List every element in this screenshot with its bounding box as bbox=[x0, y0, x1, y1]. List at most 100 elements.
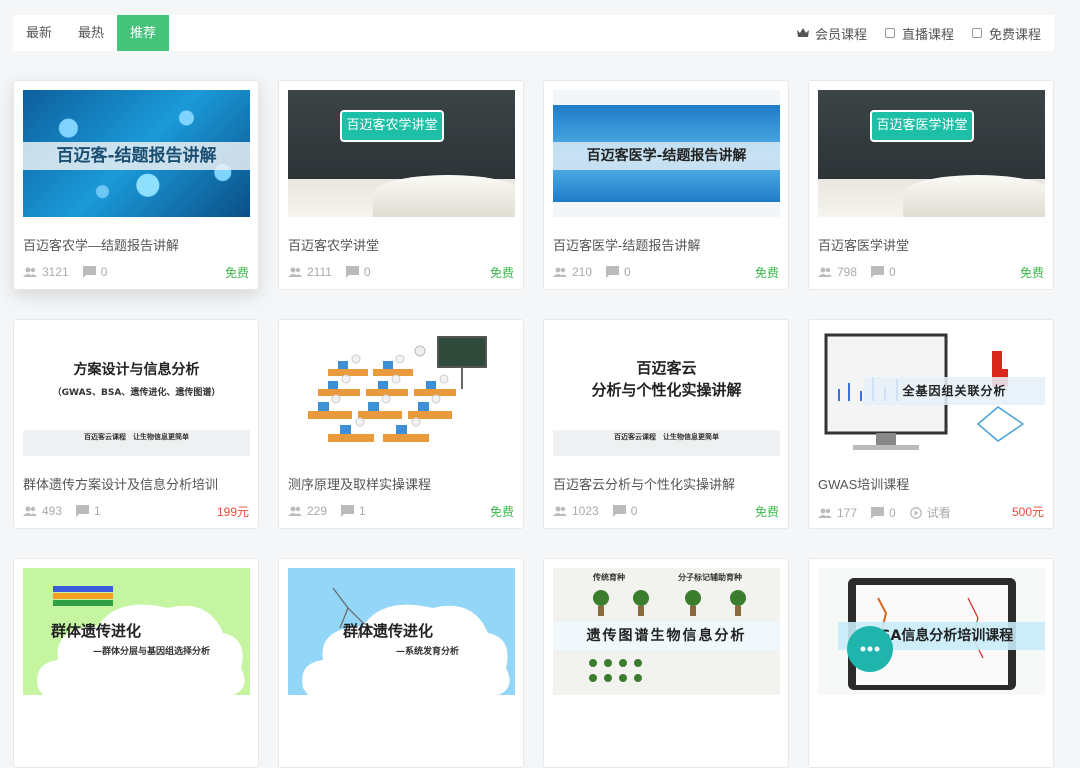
course-title[interactable]: 百迈客医学-结题报告讲解 bbox=[553, 235, 700, 254]
course-card[interactable]: 百迈客医学-结题报告讲解 百迈客医学-结题报告讲解 210 0 免费 bbox=[543, 80, 789, 290]
thumbnail-title: 群体遗传进化 bbox=[343, 622, 434, 640]
student-count: 3121 bbox=[23, 265, 69, 279]
course-card[interactable]: 全基因组关联分析 GWAS培训课程 177 0 试看 500元 bbox=[808, 319, 1054, 529]
students-icon bbox=[23, 506, 37, 516]
comment-icon bbox=[871, 506, 885, 519]
course-card[interactable]: 群体遗传进化 —群体分层与基因组选择分析 bbox=[13, 558, 259, 768]
course-thumbnail[interactable]: 群体遗传进化 —系统发育分析 bbox=[288, 568, 515, 695]
course-title[interactable]: 百迈客农学讲堂 bbox=[288, 235, 379, 254]
thumbnail-footer: 百迈客云课程 让生物信息更简单 bbox=[614, 433, 719, 441]
member-course-label: 会员课程 bbox=[814, 26, 867, 42]
students-icon bbox=[288, 506, 302, 516]
member-course-filter[interactable]: 会员课程 bbox=[796, 24, 867, 43]
price-label: 免费 bbox=[1019, 266, 1044, 280]
course-card[interactable]: 百迈客医学讲堂 百迈客医学讲堂 798 0 免费 bbox=[808, 80, 1054, 290]
comment-count: 0 bbox=[345, 265, 371, 279]
course-card[interactable]: 测序原理及取样实操课程 229 1 免费 bbox=[278, 319, 524, 529]
students-icon bbox=[23, 267, 37, 277]
comment-icon bbox=[341, 505, 355, 517]
chat-bubble-icon[interactable] bbox=[847, 626, 893, 672]
course-title[interactable]: 百迈客医学讲堂 bbox=[818, 235, 909, 254]
course-stats: 210 0 bbox=[553, 265, 645, 279]
course-thumbnail[interactable]: 群体遗传进化 —群体分层与基因组选择分析 bbox=[23, 568, 250, 695]
book-illustration bbox=[903, 175, 1045, 217]
comment-count: 0 bbox=[82, 265, 107, 279]
comment-icon bbox=[871, 266, 885, 278]
thumbnail-title: 百迈客农学讲堂 bbox=[340, 110, 444, 142]
student-count: 1023 bbox=[553, 504, 599, 518]
course-thumbnail[interactable]: 百迈客-结题报告讲解 bbox=[23, 90, 250, 217]
book-illustration bbox=[373, 175, 515, 217]
course-title[interactable]: 百迈客云分析与个性化实操讲解 bbox=[553, 474, 735, 493]
price-label: 免费 bbox=[754, 266, 779, 280]
comment-icon bbox=[82, 266, 96, 278]
course-thumbnail[interactable]: 百迈客云 分析与个性化实操讲解 百迈客云课程 让生物信息更简单 bbox=[553, 329, 780, 456]
thumbnail-subtitle: 分析与个性化实操讲解 bbox=[591, 381, 742, 399]
thumbnail-subtitle: —群体分层与基因组选择分析 bbox=[93, 647, 211, 657]
student-count: 2111 bbox=[288, 265, 332, 279]
course-title[interactable]: 百迈客农学—结题报告讲解 bbox=[23, 235, 179, 254]
comment-icon bbox=[345, 266, 359, 278]
thumbnail-footer: 百迈客云课程 让生物信息更简单 bbox=[84, 433, 189, 441]
price-label: 免费 bbox=[224, 266, 249, 280]
students-icon bbox=[553, 267, 567, 277]
comment-count: 0 bbox=[871, 506, 896, 520]
live-course-filter[interactable]: 直播课程 bbox=[884, 24, 954, 43]
free-course-filter[interactable]: 免费课程 bbox=[971, 24, 1041, 43]
sort-tab-hottest[interactable]: 最热 bbox=[65, 15, 117, 51]
course-thumbnail[interactable]: 方案设计与信息分析 （GWAS、BSA、遗传进化、遗传图谱） 百迈客云课程 让生… bbox=[23, 329, 250, 456]
course-thumbnail[interactable]: BSA信息分析培训课程 bbox=[818, 568, 1045, 695]
course-card[interactable]: 传统育种 分子标记辅助育种 遗传图谱生物信息分析 bbox=[543, 558, 789, 768]
course-stats: 493 1 bbox=[23, 504, 115, 518]
sort-tab-recommended[interactable]: 推荐 bbox=[117, 15, 170, 51]
comment-count: 1 bbox=[76, 504, 101, 518]
course-thumbnail[interactable]: 百迈客医学讲堂 bbox=[818, 90, 1045, 217]
comment-count: 0 bbox=[612, 504, 637, 518]
thumbnail-title: 百迈客医学-结题报告讲解 bbox=[586, 148, 747, 164]
course-thumbnail[interactable]: 全基因组关联分析 bbox=[818, 329, 1045, 456]
course-title[interactable]: 测序原理及取样实操课程 bbox=[288, 474, 431, 493]
students-icon bbox=[818, 508, 832, 518]
course-card[interactable]: 群体遗传进化 —系统发育分析 bbox=[278, 558, 524, 768]
price-label: 免费 bbox=[489, 266, 514, 280]
thumbnail-title: 遗传图谱生物信息分析 bbox=[586, 628, 747, 644]
student-count: 210 bbox=[553, 265, 592, 279]
course-thumbnail[interactable]: 百迈客医学-结题报告讲解 bbox=[553, 90, 780, 217]
course-title[interactable]: 群体遗传方案设计及信息分析培训 bbox=[23, 474, 218, 493]
students-icon bbox=[818, 267, 832, 277]
price-label: 199元 bbox=[216, 505, 249, 519]
course-card[interactable]: 百迈客云 分析与个性化实操讲解 百迈客云课程 让生物信息更简单 百迈客云分析与个… bbox=[543, 319, 789, 529]
thumbnail-subtitle: —系统发育分析 bbox=[396, 647, 460, 657]
trial-label[interactable]: 试看 bbox=[909, 504, 951, 521]
course-card[interactable]: 百迈客农学讲堂 百迈客农学讲堂 2111 0 免费 bbox=[278, 80, 524, 290]
course-grid: 百迈客-结题报告讲解 百迈客农学—结题报告讲解 3121 0 免费 百迈客农学讲… bbox=[13, 80, 1055, 768]
free-course-checkbox[interactable] bbox=[971, 28, 982, 38]
course-thumbnail[interactable]: 传统育种 分子标记辅助育种 遗传图谱生物信息分析 bbox=[553, 568, 780, 695]
course-card[interactable]: 百迈客-结题报告讲解 百迈客农学—结题报告讲解 3121 0 免费 bbox=[13, 80, 259, 290]
comment-icon bbox=[606, 266, 620, 278]
course-card[interactable]: BSA信息分析培训课程 bbox=[808, 558, 1054, 768]
sort-tab-latest[interactable]: 最新 bbox=[13, 15, 65, 51]
live-course-label: 直播课程 bbox=[901, 26, 954, 42]
play-circle-icon bbox=[909, 506, 922, 519]
crown-icon bbox=[796, 28, 809, 37]
thumbnail-title: 方案设计与信息分析 bbox=[73, 362, 200, 378]
free-course-label: 免费课程 bbox=[988, 26, 1041, 42]
thumbnail-title: 百迈客-结题报告讲解 bbox=[56, 146, 217, 166]
live-course-checkbox[interactable] bbox=[884, 28, 895, 38]
student-count: 229 bbox=[288, 504, 327, 518]
course-thumbnail[interactable]: 百迈客农学讲堂 bbox=[288, 90, 515, 217]
course-stats: 229 1 bbox=[288, 504, 380, 518]
course-title[interactable]: GWAS培训课程 bbox=[818, 474, 909, 493]
price-label: 500元 bbox=[1011, 505, 1044, 519]
course-stats: 1023 0 bbox=[553, 504, 651, 518]
course-stats: 2111 0 bbox=[288, 265, 385, 279]
course-stats: 3121 0 bbox=[23, 265, 121, 279]
course-thumbnail[interactable] bbox=[288, 329, 515, 456]
comment-count: 0 bbox=[606, 265, 631, 279]
comment-icon bbox=[612, 505, 626, 517]
price-label: 免费 bbox=[489, 505, 514, 519]
filter-group: 会员课程 直播课程 免费课程 bbox=[779, 24, 1041, 43]
course-card[interactable]: 方案设计与信息分析 （GWAS、BSA、遗传进化、遗传图谱） 百迈客云课程 让生… bbox=[13, 319, 259, 529]
thumbnail-title: 百迈客云 bbox=[636, 359, 697, 377]
